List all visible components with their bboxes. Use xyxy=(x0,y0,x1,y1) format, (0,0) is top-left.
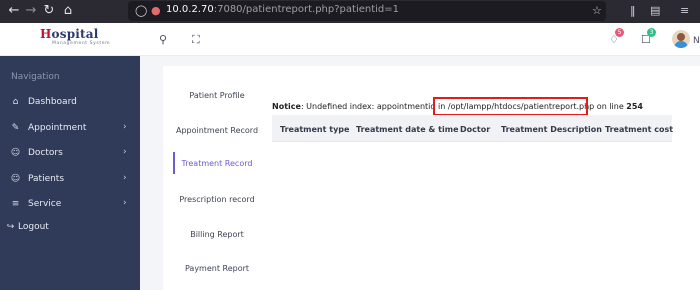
shield-icon[interactable]: ◯ xyxy=(135,4,147,18)
forward-arrow-icon[interactable]: → xyxy=(23,3,39,19)
sidebar-item-label: Dashboard xyxy=(28,97,77,107)
tab-payment-report[interactable]: Payment Report xyxy=(173,264,261,273)
chevron-right-icon: › xyxy=(123,198,127,208)
hospital-logo[interactable]: Hospital Management System xyxy=(40,27,110,47)
tab-patient-profile[interactable]: Patient Profile xyxy=(173,91,261,100)
url-host: 10.0.2.70 xyxy=(166,4,214,15)
treatment-table-header: Treatment type Treatment date & time Doc… xyxy=(272,115,674,142)
user-name[interactable]: N xyxy=(693,36,700,46)
edit-icon: ✎ xyxy=(11,123,20,133)
message-badge: 3 xyxy=(647,28,656,37)
url-path: :7080/patientreport.php?patientid=1 xyxy=(213,4,400,15)
sidebar-item-label: Patients xyxy=(28,174,65,184)
bookmark-star-icon[interactable]: ☆ xyxy=(592,4,602,18)
avatar[interactable] xyxy=(672,30,690,48)
highlight-box xyxy=(433,97,588,116)
column-header: Treatment type xyxy=(280,125,350,134)
notice-line-number: 254 xyxy=(626,102,643,111)
sidebar-item-logout[interactable]: ↪ Logout xyxy=(0,219,140,237)
tab-billing-report[interactable]: Billing Report xyxy=(173,230,261,239)
user-icon: ☺ xyxy=(10,148,21,158)
chevron-right-icon: › xyxy=(123,147,127,157)
column-header: Treatment date & time xyxy=(356,125,459,134)
sidebar-heading: Navigation xyxy=(11,72,60,82)
insecure-lock-icon[interactable]: ● xyxy=(151,4,161,18)
url-text[interactable]: 10.0.2.70:7080/patientreport.php?patient… xyxy=(166,4,399,15)
notification-badge: 5 xyxy=(615,28,624,37)
chevron-right-icon: › xyxy=(123,122,127,132)
home-icon: ⌂ xyxy=(12,97,19,107)
sidebar-item-service[interactable]: ≡ Service › xyxy=(0,196,140,214)
logo-initial: H xyxy=(40,27,52,41)
list-icon: ≡ xyxy=(11,199,20,209)
chevron-right-icon: › xyxy=(123,173,127,183)
reload-icon[interactable]: ↻ xyxy=(41,3,57,19)
notice-line-text: on line xyxy=(594,102,627,111)
sidebar-item-label: Logout xyxy=(18,222,49,232)
sidebar-item-label: Service xyxy=(28,199,62,209)
tab-appointment-record[interactable]: Appointment Record xyxy=(173,126,261,135)
app-header: Hospital Management System ⚲ ⛶ ♢ 5 ☐ 3 N xyxy=(0,23,700,56)
sidebar-item-label: Doctors xyxy=(28,148,63,158)
tab-treatment-record[interactable]: Treatment Record xyxy=(173,159,261,168)
logo-word: ospital xyxy=(51,27,99,41)
sidebar-item-appointment[interactable]: ✎ Appointment › xyxy=(0,120,140,138)
user-icon: ☺ xyxy=(10,174,21,184)
home-icon[interactable]: ⌂ xyxy=(60,3,76,19)
sidebar-item-doctors[interactable]: ☺ Doctors › xyxy=(0,145,140,163)
fullscreen-icon[interactable]: ⛶ xyxy=(192,34,200,46)
notice-label: Notice xyxy=(272,102,301,111)
menu-icon[interactable]: ≡ xyxy=(680,4,689,18)
logo-tagline: Management System xyxy=(52,41,111,46)
search-icon[interactable]: ⚲ xyxy=(159,34,167,46)
sidebar-item-dashboard[interactable]: ⌂ Dashboard xyxy=(0,94,140,112)
sidebar-toggle-icon[interactable]: ▤ xyxy=(650,4,660,18)
notice-message: : Undefined index: appointmentid in xyxy=(300,102,448,111)
column-header: Treatment Description xyxy=(501,125,602,134)
tab-prescription-record[interactable]: Prescription record xyxy=(173,195,261,204)
column-header: Treatment cost xyxy=(605,125,674,134)
back-arrow-icon[interactable]: ← xyxy=(6,3,22,19)
logout-icon: ↪ xyxy=(6,222,15,232)
library-icon[interactable]: ‖ xyxy=(630,4,636,18)
column-header: Doctor xyxy=(460,125,491,134)
browser-toolbar: ← → ↻ ⌂ ◯ ● 10.0.2.70:7080/patientreport… xyxy=(0,0,700,23)
sidebar-item-label: Appointment xyxy=(28,123,87,133)
sidebar-item-patients[interactable]: ☺ Patients › xyxy=(0,171,140,189)
sidebar: Navigation ⌂ Dashboard ✎ Appointment › ☺… xyxy=(0,56,140,290)
